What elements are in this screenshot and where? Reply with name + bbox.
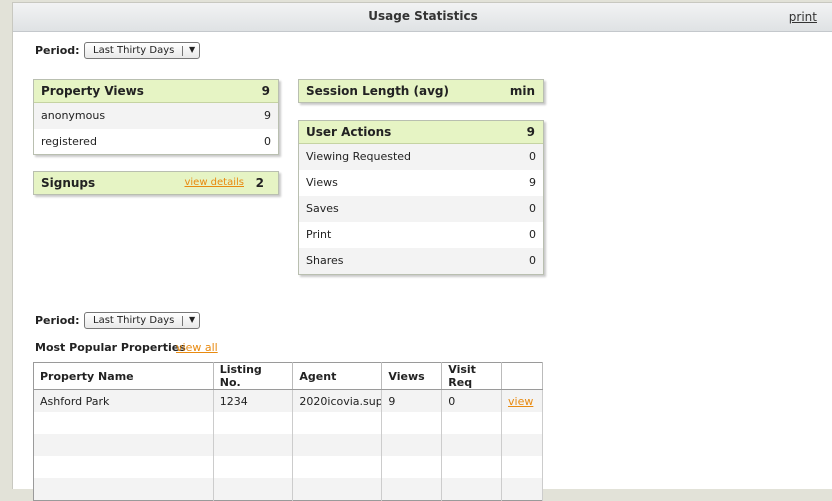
session-length-value: min [509, 84, 535, 98]
empty-cell [501, 434, 543, 456]
list-item: anonymous 9 [34, 103, 278, 129]
print-link[interactable]: print [789, 10, 817, 24]
views-cell: 9 [381, 389, 443, 412]
listing-no-cell: 1234 [213, 389, 294, 412]
view-details-link[interactable]: view details [184, 177, 244, 188]
view-link[interactable]: view [508, 395, 533, 408]
property-views-box: Property Views 9 anonymous 9 registered … [33, 79, 279, 155]
column-header[interactable]: Visit Req [441, 362, 503, 390]
title-bar: Usage Statistics print [13, 3, 832, 32]
signups-header: Signups view details 2 [34, 172, 278, 194]
row-label: Views [306, 176, 338, 189]
property-views-header: Property Views 9 [34, 80, 278, 103]
agent-cell: 2020icovia.support [292, 389, 383, 412]
column-header [501, 362, 543, 390]
list-item: Views 9 [299, 170, 543, 196]
column-header[interactable]: Views [381, 362, 443, 390]
period-select-value: Last Thirty Days [93, 45, 175, 56]
empty-cell [441, 456, 503, 478]
list-item: registered 0 [34, 129, 278, 155]
list-item: Shares 0 [299, 248, 543, 274]
session-length-box: Session Length (avg) min [298, 79, 544, 103]
row-label: Print [306, 228, 332, 241]
signups-total: 2 [255, 176, 264, 190]
row-label: Saves [306, 202, 339, 215]
user-actions-total: 9 [526, 125, 535, 139]
empty-cell [213, 412, 294, 434]
empty-cell [501, 478, 543, 501]
property-name-cell: Ashford Park [33, 389, 214, 412]
view-cell: view [501, 389, 543, 412]
empty-cell [33, 456, 214, 478]
empty-cell [292, 456, 383, 478]
empty-cell [292, 412, 383, 434]
row-value: 0 [529, 150, 536, 163]
table-row [33, 412, 543, 434]
empty-cell [213, 456, 294, 478]
empty-cell [501, 456, 543, 478]
row-value: 9 [264, 109, 271, 122]
empty-cell [213, 434, 294, 456]
signups-box: Signups view details 2 [33, 171, 279, 195]
signups-title: Signups [41, 176, 96, 190]
empty-cell [441, 412, 503, 434]
most-popular-title: Most Popular Properties [35, 341, 186, 354]
empty-cell [501, 412, 543, 434]
visit-req-cell: 0 [441, 389, 503, 412]
table-row [33, 434, 543, 456]
empty-cell [381, 412, 443, 434]
period-label: Period: [35, 44, 80, 57]
chevron-down-icon: ▼ [189, 45, 196, 54]
row-label: anonymous [41, 109, 106, 122]
period-label: Period: [35, 314, 80, 327]
row-value: 0 [529, 254, 536, 267]
view-all-link[interactable]: view all [176, 341, 218, 354]
list-item: Viewing Requested 0 [299, 144, 543, 170]
column-header[interactable]: Agent [292, 362, 383, 390]
session-length-title: Session Length (avg) [306, 84, 449, 98]
list-item: Saves 0 [299, 196, 543, 222]
empty-cell [441, 478, 503, 501]
empty-cell [33, 412, 214, 434]
list-item: Print 0 [299, 222, 543, 248]
empty-cell [381, 478, 443, 501]
chevron-down-icon: ▼ [189, 315, 196, 324]
property-views-total: 9 [261, 84, 270, 98]
table-row [33, 478, 543, 501]
empty-cell [381, 456, 443, 478]
empty-cell [292, 478, 383, 501]
row-value: 0 [264, 135, 271, 148]
properties-table: Property Name Listing No. Agent Views Vi… [33, 362, 543, 501]
empty-cell [213, 478, 294, 501]
empty-cell [33, 478, 214, 501]
column-header[interactable]: Listing No. [213, 362, 294, 390]
column-header[interactable]: Property Name [33, 362, 214, 390]
period-select[interactable]: Last Thirty Days ▼ [84, 42, 200, 59]
table-row [33, 456, 543, 478]
row-label: Shares [306, 254, 344, 267]
session-length-header: Session Length (avg) min [299, 80, 543, 102]
table-row: Ashford Park 1234 2020icovia.support 9 0… [33, 389, 543, 412]
property-views-title: Property Views [41, 84, 144, 98]
empty-cell [33, 434, 214, 456]
row-value: 0 [529, 202, 536, 215]
select-separator [182, 316, 183, 326]
period-select-value: Last Thirty Days [93, 315, 175, 326]
empty-cell [441, 434, 503, 456]
row-value: 9 [529, 176, 536, 189]
user-actions-box: User Actions 9 Viewing Requested 0 Views… [298, 120, 544, 275]
page-title: Usage Statistics [368, 9, 478, 23]
user-actions-title: User Actions [306, 125, 392, 139]
row-label: Viewing Requested [306, 150, 412, 163]
empty-cell [292, 434, 383, 456]
user-actions-header: User Actions 9 [299, 121, 543, 144]
period-select[interactable]: Last Thirty Days ▼ [84, 312, 200, 329]
select-separator [182, 46, 183, 56]
table-header-row: Property Name Listing No. Agent Views Vi… [33, 362, 543, 390]
row-value: 0 [529, 228, 536, 241]
empty-cell [381, 434, 443, 456]
row-label: registered [41, 135, 97, 148]
